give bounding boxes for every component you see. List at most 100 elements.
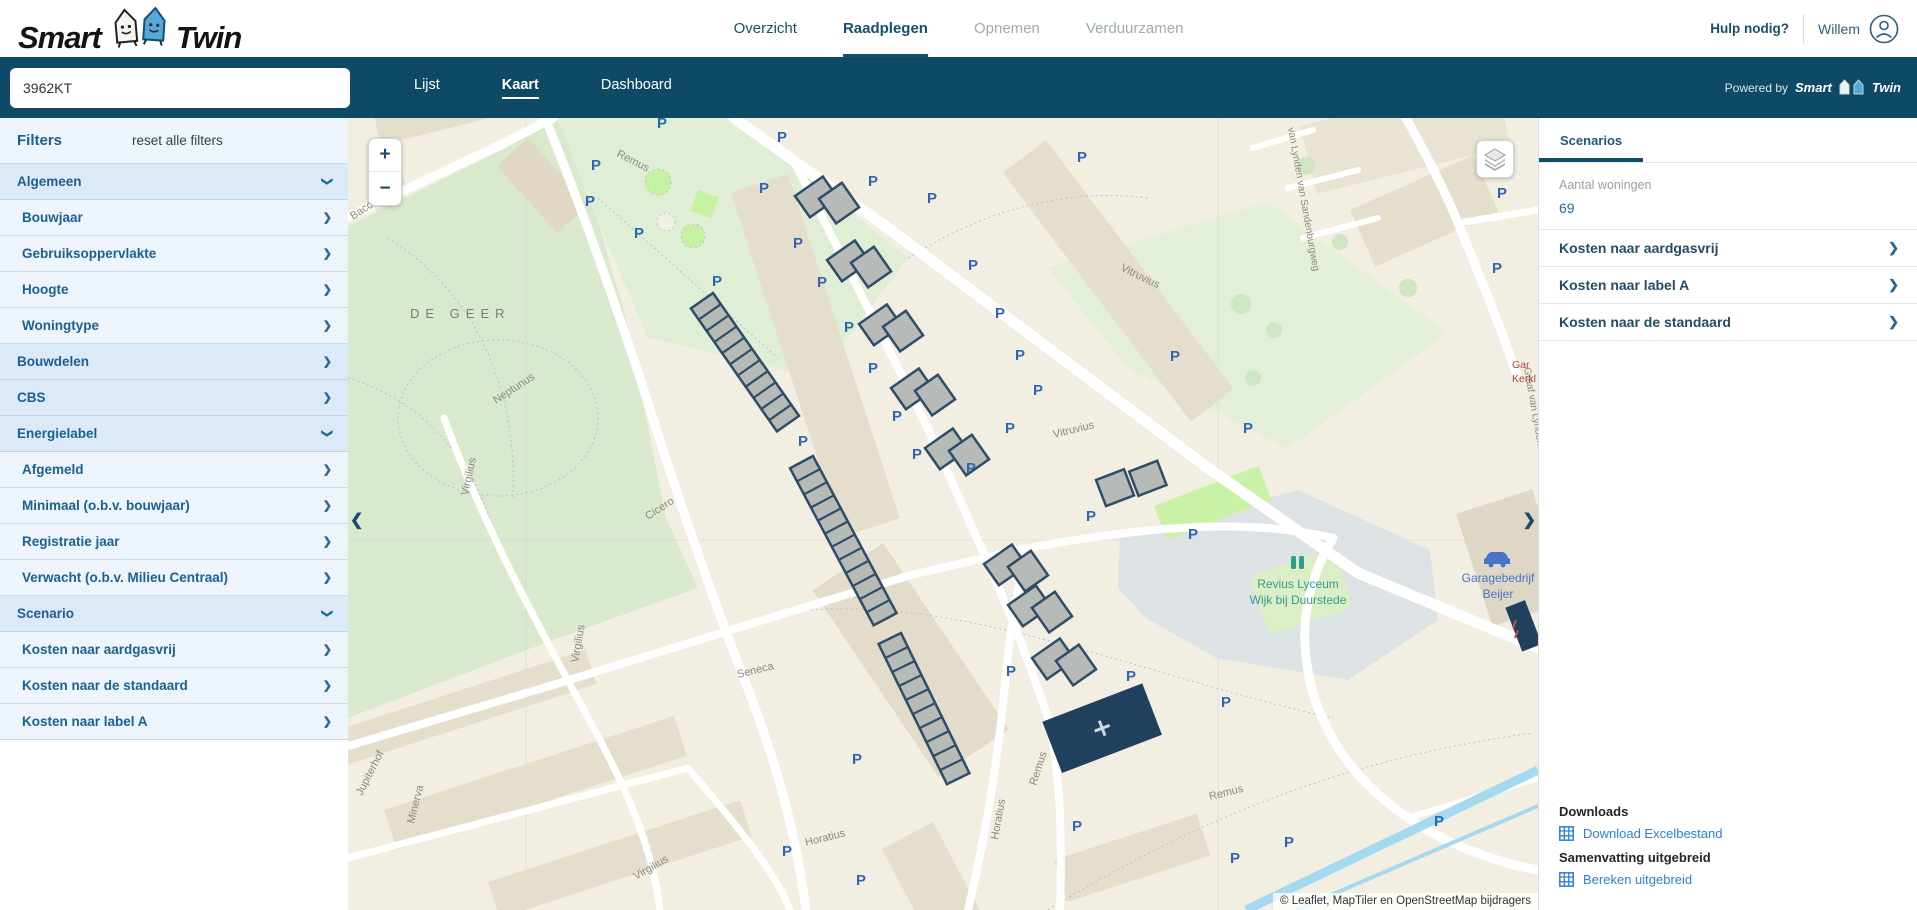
filter-bouwdelen[interactable]: Bouwdelen❯ [0, 344, 348, 380]
parking-marker[interactable]: P [868, 360, 878, 377]
parking-marker[interactable]: P [892, 408, 902, 425]
filter-verwacht-o-b-v-milieu-centraal[interactable]: Verwacht (o.b.v. Milieu Centraal)❯ [0, 560, 348, 596]
parking-marker[interactable]: P [1434, 813, 1444, 830]
filter-kosten-naar-label-a[interactable]: Kosten naar label A❯ [0, 704, 348, 740]
map-attribution[interactable]: © Leaflet, MapTiler en OpenStreetMap bij… [1273, 893, 1538, 910]
powered-brand-twin: Twin [1872, 80, 1901, 95]
main-nav: Overzicht Raadplegen Opnemen Verduurzamen [734, 0, 1184, 57]
tab-scenarios[interactable]: Scenarios [1539, 118, 1643, 162]
filter-minimaal-o-b-v-bouwjaar[interactable]: Minimaal (o.b.v. bouwjaar)❯ [0, 488, 348, 524]
parking-marker[interactable]: P [712, 273, 722, 290]
chevron-right-icon: ❯ [323, 391, 332, 404]
nav-raadplegen[interactable]: Raadplegen [843, 0, 928, 57]
parking-marker[interactable]: P [634, 225, 644, 242]
map-canvas[interactable]: PPPPPPPPPPPPPPPPPPPPPPPPPPPPPPPPPPPPPPP … [348, 118, 1538, 910]
chevron-right-icon: ❯ [323, 715, 332, 728]
reset-filters-link[interactable]: reset alle filters [132, 133, 223, 148]
parking-marker[interactable]: P [1230, 850, 1240, 867]
parking-marker[interactable]: P [1072, 818, 1082, 835]
nav-overzicht[interactable]: Overzicht [734, 0, 797, 57]
parking-marker[interactable]: P [868, 173, 878, 190]
parking-marker[interactable]: P [798, 433, 808, 450]
parking-marker[interactable]: P [1077, 149, 1087, 166]
search-input[interactable] [10, 68, 350, 108]
chevron-right-icon: ❯ [1888, 277, 1899, 293]
parking-marker[interactable]: P [793, 235, 803, 252]
parking-marker[interactable]: P [1188, 526, 1198, 543]
parking-marker[interactable]: P [995, 305, 1005, 322]
help-link[interactable]: Hulp nodig? [1710, 21, 1789, 36]
zoom-control: + − [368, 138, 402, 206]
chevron-right-icon: ❯ [323, 463, 332, 476]
parking-marker[interactable]: P [844, 319, 854, 336]
filter-kosten-naar-de-standaard[interactable]: Kosten naar de standaard❯ [0, 668, 348, 704]
nav-opnemen[interactable]: Opnemen [974, 0, 1040, 57]
filters-title: Filters [17, 132, 62, 149]
chevron-down-icon: ❯ [321, 609, 334, 618]
parking-marker[interactable]: P [817, 274, 827, 291]
parking-marker[interactable]: P [1033, 382, 1043, 399]
smart-twin-logo[interactable]: Smart Twin [18, 4, 241, 53]
parking-marker[interactable]: P [782, 843, 792, 860]
tab-lijst[interactable]: Lijst [414, 77, 440, 99]
nav-verduurzamen[interactable]: Verduurzamen [1086, 0, 1184, 57]
filter-afgemeld[interactable]: Afgemeld❯ [0, 452, 348, 488]
parking-marker[interactable]: P [927, 190, 937, 207]
zoom-in-button[interactable]: + [369, 139, 401, 172]
user-menu[interactable]: Willem [1818, 14, 1899, 44]
filter-registratie-jaar[interactable]: Registratie jaar❯ [0, 524, 348, 560]
filter-woningtype[interactable]: Woningtype❯ [0, 308, 348, 344]
tab-kaart[interactable]: Kaart [502, 77, 539, 99]
scenario-kosten-naar-label-a[interactable]: Kosten naar label A❯ [1539, 267, 1917, 304]
download-excel-link[interactable]: Download Excelbestand [1559, 826, 1897, 841]
parking-marker[interactable]: P [1221, 694, 1231, 711]
parking-marker[interactable]: P [1284, 834, 1294, 851]
collapse-right-panel-toggle[interactable]: ❯ [1523, 510, 1536, 530]
tab-dashboard[interactable]: Dashboard [601, 77, 672, 99]
parking-marker[interactable]: P [1006, 663, 1016, 680]
filter-kosten-naar-aardgasvrij[interactable]: Kosten naar aardgasvrij❯ [0, 632, 348, 668]
layers-control[interactable] [1476, 140, 1514, 178]
user-avatar-icon [1869, 14, 1899, 44]
layers-icon [1483, 147, 1507, 171]
parking-marker[interactable]: P [657, 118, 667, 132]
chevron-right-icon: ❯ [323, 247, 332, 260]
bereken-uitgebreid-link[interactable]: Bereken uitgebreid [1559, 872, 1897, 887]
parking-marker[interactable]: P [1492, 260, 1502, 277]
filter-cbs[interactable]: CBS❯ [0, 380, 348, 416]
chevron-right-icon: ❯ [323, 571, 332, 584]
aantal-woningen-label: Aantal woningen [1559, 178, 1897, 192]
parking-marker[interactable]: P [852, 751, 862, 768]
parking-marker[interactable]: P [856, 872, 866, 889]
filter-energielabel[interactable]: Energielabel❯ [0, 416, 348, 452]
parking-marker[interactable]: P [1170, 348, 1180, 365]
parking-marker[interactable]: P [966, 460, 976, 477]
filter-hoogte[interactable]: Hoogte❯ [0, 272, 348, 308]
aantal-woningen-value: 69 [1559, 200, 1897, 216]
parking-marker[interactable]: P [1086, 508, 1096, 525]
parking-marker[interactable]: P [1015, 347, 1025, 364]
map-container[interactable]: PPPPPPPPPPPPPPPPPPPPPPPPPPPPPPPPPPPPPPP … [348, 118, 1538, 910]
scenario-kosten-naar-de-standaard[interactable]: Kosten naar de standaard❯ [1539, 304, 1917, 341]
parking-marker[interactable]: P [968, 257, 978, 274]
parking-marker[interactable]: P [1243, 420, 1253, 437]
parking-marker[interactable]: P [777, 129, 787, 146]
parking-marker[interactable]: P [1005, 420, 1015, 437]
chevron-down-icon: ❯ [321, 429, 334, 438]
view-tabs: Lijst Kaart Dashboard [414, 77, 672, 99]
parking-marker[interactable]: P [591, 157, 601, 174]
filter-scenario[interactable]: Scenario❯ [0, 596, 348, 632]
parking-marker[interactable]: P [585, 193, 595, 210]
parking-marker[interactable]: P [759, 180, 769, 197]
parking-marker[interactable]: P [912, 446, 922, 463]
parking-marker[interactable]: P [1126, 668, 1136, 685]
collapse-left-panel-toggle[interactable]: ❮ [350, 510, 363, 530]
filter-algemeen[interactable]: Algemeen❯ [0, 164, 348, 200]
filter-gebruiksoppervlakte[interactable]: Gebruiksoppervlakte❯ [0, 236, 348, 272]
parking-marker[interactable]: P [1497, 185, 1507, 202]
scenario-kosten-naar-aardgasvrij[interactable]: Kosten naar aardgasvrij❯ [1539, 230, 1917, 267]
zoom-out-button[interactable]: − [369, 172, 401, 205]
spreadsheet-icon [1559, 826, 1574, 841]
filter-bouwjaar[interactable]: Bouwjaar❯ [0, 200, 348, 236]
chevron-right-icon: ❯ [323, 499, 332, 512]
